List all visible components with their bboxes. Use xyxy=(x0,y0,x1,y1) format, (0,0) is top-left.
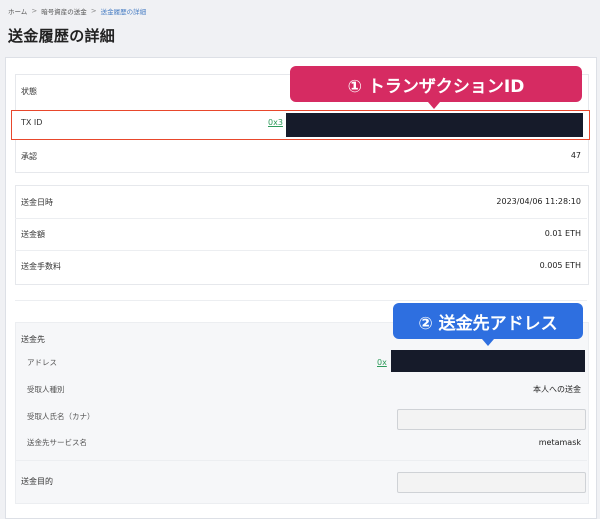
divider xyxy=(15,300,587,301)
recipient-type-label: 受取人種別 xyxy=(27,385,65,394)
service-value: metamask xyxy=(538,438,581,447)
address-link[interactable]: 0x xyxy=(377,358,387,367)
callout-pointer xyxy=(482,339,494,346)
amount-label: 送金額 xyxy=(21,230,45,239)
purpose-label: 送金目的 xyxy=(21,477,53,486)
service-label: 送金先サービス名 xyxy=(27,438,87,447)
page-title: 送金履歴の詳細 xyxy=(8,27,116,45)
divider xyxy=(15,250,587,251)
divider xyxy=(15,218,587,219)
destination-label: 送金先 xyxy=(21,335,45,344)
txid-label: TX ID xyxy=(21,118,43,127)
address-redaction xyxy=(391,350,585,372)
sent-at-value: 2023/04/06 11:28:10 xyxy=(496,197,581,206)
confirmations-label: 承認 xyxy=(21,152,37,161)
sent-at-label: 送金日時 xyxy=(21,198,53,207)
txid-redaction xyxy=(286,113,583,137)
txid-link[interactable]: 0x3 xyxy=(268,118,283,127)
fee-value: 0.005 ETH xyxy=(539,261,581,270)
recipient-name-field xyxy=(397,409,586,430)
amount-value: 0.01 ETH xyxy=(544,229,581,238)
breadcrumb-crypto-send[interactable]: 暗号資産の送金 xyxy=(41,6,87,16)
breadcrumb-separator: > xyxy=(90,7,97,15)
address-label: アドレス xyxy=(27,358,57,367)
breadcrumb-home[interactable]: ホーム xyxy=(8,6,27,16)
callout-destination-address: ② 送金先アドレス xyxy=(393,303,583,339)
status-label: 状態 xyxy=(21,87,37,96)
recipient-name-label: 受取人氏名（カナ） xyxy=(27,412,95,421)
confirmations-value: 47 xyxy=(570,151,581,160)
divider xyxy=(15,460,587,461)
callout-pointer xyxy=(428,102,440,109)
recipient-type-value: 本人への送金 xyxy=(533,385,581,394)
purpose-field xyxy=(397,472,586,493)
breadcrumb: ホーム > 暗号資産の送金 > 送金履歴の詳細 xyxy=(8,6,146,16)
callout-transaction-id: ① トランザクションID xyxy=(290,66,582,102)
breadcrumb-current: 送金履歴の詳細 xyxy=(100,8,147,16)
breadcrumb-separator: > xyxy=(31,7,38,15)
fee-label: 送金手数料 xyxy=(21,262,61,271)
